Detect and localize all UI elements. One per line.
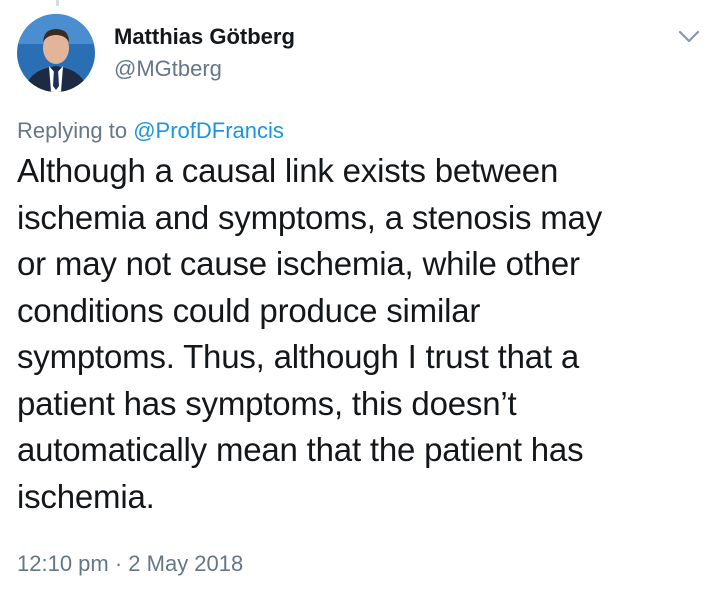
tweet-line: automatically mean that the patient has — [17, 431, 584, 468]
tweet-line: patient has symptoms, this doesn’t — [17, 384, 517, 422]
thread-connector-line — [56, 0, 59, 6]
avatar[interactable] — [17, 14, 95, 92]
tweet-line: ischemia and symptoms, a stenosis may — [17, 198, 602, 236]
chevron-down-icon[interactable] — [674, 24, 704, 48]
tweet-line: ischemia. — [17, 477, 155, 515]
tweet-line: conditions could produce similar — [17, 291, 481, 329]
tweet-timestamp[interactable]: 12:10 pm · 2 May 2018 — [17, 551, 243, 577]
tweet-text: Although a causal link exists between is… — [17, 148, 707, 520]
mention-link[interactable]: @ProfDFrancis — [133, 118, 284, 143]
replying-to-line: Replying to @ProfDFrancis — [17, 118, 284, 144]
replying-to-label: Replying to — [17, 118, 134, 143]
profile-photo-icon — [17, 14, 95, 92]
tweet-line: Although a causal link exists between — [17, 152, 559, 189]
author-handle[interactable]: @MGtberg — [114, 56, 222, 82]
tweet-line: or may not cause ischemia, while other — [17, 245, 580, 282]
tweet-line: symptoms. Thus, although I trust that a — [17, 338, 580, 375]
author-name[interactable]: Matthias Götberg — [114, 24, 295, 50]
